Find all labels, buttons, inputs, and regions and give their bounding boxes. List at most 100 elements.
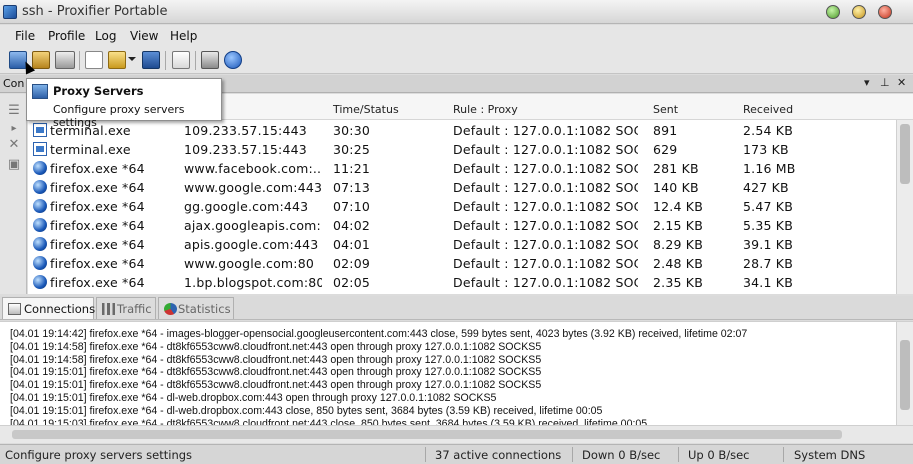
column-time-status[interactable]: Time/Status: [333, 103, 399, 116]
cell-target: www.google.com:443: [184, 180, 322, 195]
table-row[interactable]: firefox.exe *64 www.facebook.com:... 11:21…: [28, 159, 896, 178]
table-row[interactable]: firefox.exe *64 www.google.com:443 07:13 De…: [28, 178, 896, 197]
cell-target: www.facebook.com:...: [184, 161, 322, 176]
table-row[interactable]: firefox.exe *64 www.google.com:80 02:09 Def…: [28, 254, 896, 273]
panel-title: Con: [3, 77, 25, 90]
close-connection-icon[interactable]: ✕: [7, 138, 21, 152]
menu-view[interactable]: View: [130, 29, 158, 43]
connections-icon: [8, 303, 21, 315]
tab-bar: Connections Traffic Statistics: [0, 296, 913, 320]
log-scrollbar-thumb[interactable]: [900, 340, 910, 410]
log-line: [04.01 19:15:03] firefox.exe *64 - dt8kf…: [10, 417, 648, 425]
new-profile-icon[interactable]: [85, 51, 103, 69]
status-bar: Configure proxy servers settings 37 acti…: [0, 444, 913, 464]
cell-target: www.google.com:80: [184, 256, 315, 271]
cell-time-status: 04:01: [333, 237, 371, 252]
firefox-globe-icon: [33, 256, 47, 270]
menu-log[interactable]: Log: [95, 29, 116, 43]
expand-arrow-icon[interactable]: ▸: [7, 122, 21, 136]
cell-sent: 281 KB: [653, 161, 699, 176]
status-divider: [678, 447, 679, 462]
panel-menu-icon[interactable]: ▾: [864, 76, 870, 89]
terminal-app-icon: [33, 142, 47, 156]
panel-close-icon[interactable]: ✕: [897, 76, 906, 89]
table-row[interactable]: firefox.exe *64 1.bp.blogspot.com:80 02:05…: [28, 273, 896, 292]
menu-profile[interactable]: Profile: [48, 29, 85, 43]
cell-target: 109.233.57.15:443: [184, 142, 307, 157]
firefox-globe-icon: [33, 180, 47, 194]
cell-sent: 2.48 KB: [653, 256, 703, 271]
menu-bar: File Profile Log View Help: [0, 25, 913, 47]
status-up-rate: Up 0 B/sec: [688, 448, 750, 462]
cell-rule-proxy: Default : 127.0.0.1:1082 SOC...: [453, 199, 638, 214]
column-received[interactable]: Received: [743, 103, 793, 116]
log-horizontal-scrollbar-thumb[interactable]: [12, 430, 842, 439]
cell-time-status: 02:05: [333, 275, 371, 290]
tab-connections-label: Connections: [24, 302, 96, 316]
check-profile-icon[interactable]: [172, 51, 190, 69]
cell-rule-proxy: Default : 127.0.0.1:1082 SOC...: [453, 218, 638, 233]
cell-received: 5.47 KB: [743, 199, 793, 214]
tab-traffic-label: Traffic: [117, 302, 152, 316]
toolbar-separator: [79, 51, 80, 70]
cell-rule-proxy: Default : 127.0.0.1:1082 SOC...: [453, 180, 638, 195]
table-row[interactable]: firefox.exe *64 gg.google.com:443 07:10 Def…: [28, 197, 896, 216]
table-scrollbar[interactable]: [896, 120, 913, 294]
tooltip-text: Configure proxy servers settings: [53, 103, 185, 129]
dropdown-arrow-icon[interactable]: [128, 57, 136, 61]
table-row[interactable]: terminal.exe 109.233.57.15:443 30:25 Defaul…: [28, 140, 896, 159]
save-profile-icon[interactable]: [142, 51, 160, 69]
cell-sent: 629: [653, 142, 678, 157]
table-row[interactable]: firefox.exe *64 apis.google.com:443 04:01 D…: [28, 235, 896, 254]
log-line: [04.01 19:15:01] firefox.exe *64 - dt8kf…: [10, 379, 542, 392]
close-window-button[interactable]: [878, 5, 892, 19]
status-divider: [425, 447, 426, 462]
status-hint: Configure proxy servers settings: [5, 448, 193, 462]
connection-settings-icon[interactable]: ▣: [7, 158, 21, 172]
log-scrollbar[interactable]: [896, 322, 913, 425]
list-view-icon[interactable]: ☰: [7, 104, 21, 118]
column-rule-proxy[interactable]: Rule : Proxy: [453, 103, 518, 116]
firefox-globe-icon: [33, 237, 47, 251]
cell-received: 39.1 KB: [743, 237, 793, 252]
help-icon[interactable]: [224, 51, 242, 69]
status-divider: [783, 447, 784, 462]
side-toolbar: ☰ ▸ ✕ ▣: [0, 94, 27, 294]
cell-received: 427 KB: [743, 180, 789, 195]
statistics-icon: [164, 303, 177, 315]
maximize-button[interactable]: [852, 5, 866, 19]
tab-traffic[interactable]: Traffic: [96, 297, 156, 319]
panel-pin-icon[interactable]: ⊥: [880, 76, 890, 89]
cell-rule-proxy: Default : 127.0.0.1:1082 SOC...: [453, 256, 638, 271]
tab-statistics-label: Statistics: [178, 302, 231, 316]
table-scrollbar-thumb[interactable]: [900, 124, 910, 184]
cell-time-status: 04:02: [333, 218, 371, 233]
table-row[interactable]: firefox.exe *64 ajax.googleapis.com:... 04…: [28, 216, 896, 235]
print-icon[interactable]: [201, 51, 219, 69]
firefox-globe-icon: [33, 161, 47, 175]
minimize-button[interactable]: [826, 5, 840, 19]
cell-rule-proxy: Default : 127.0.0.1:1082 SOC...: [453, 237, 638, 252]
menu-help[interactable]: Help: [170, 29, 197, 43]
column-sent[interactable]: Sent: [653, 103, 678, 116]
log-line: [04.01 19:14:58] firefox.exe *64 - dt8kf…: [10, 340, 542, 353]
cell-sent: 140 KB: [653, 180, 699, 195]
cell-application: firefox.exe *64: [50, 237, 145, 252]
cell-target: apis.google.com:443: [184, 237, 319, 252]
cell-sent: 8.29 KB: [653, 237, 703, 252]
cell-time-status: 07:10: [333, 199, 371, 214]
cell-target: ajax.googleapis.com:...: [184, 218, 322, 233]
tab-statistics[interactable]: Statistics: [158, 297, 234, 319]
open-profile-icon[interactable]: [108, 51, 126, 69]
toolbar: [0, 47, 913, 74]
tab-connections[interactable]: Connections: [2, 297, 96, 319]
cell-received: 34.1 KB: [743, 275, 793, 290]
cell-rule-proxy: Default : 127.0.0.1:1082 SOC...: [453, 275, 638, 290]
tooltip-title: Proxy Servers: [53, 84, 144, 98]
menu-file[interactable]: File: [15, 29, 35, 43]
name-resolution-icon[interactable]: [55, 51, 75, 69]
proxification-rules-icon[interactable]: [32, 51, 50, 69]
cell-time-status: 30:25: [333, 142, 371, 157]
log-horizontal-scrollbar[interactable]: [0, 425, 913, 443]
firefox-globe-icon: [33, 275, 47, 289]
